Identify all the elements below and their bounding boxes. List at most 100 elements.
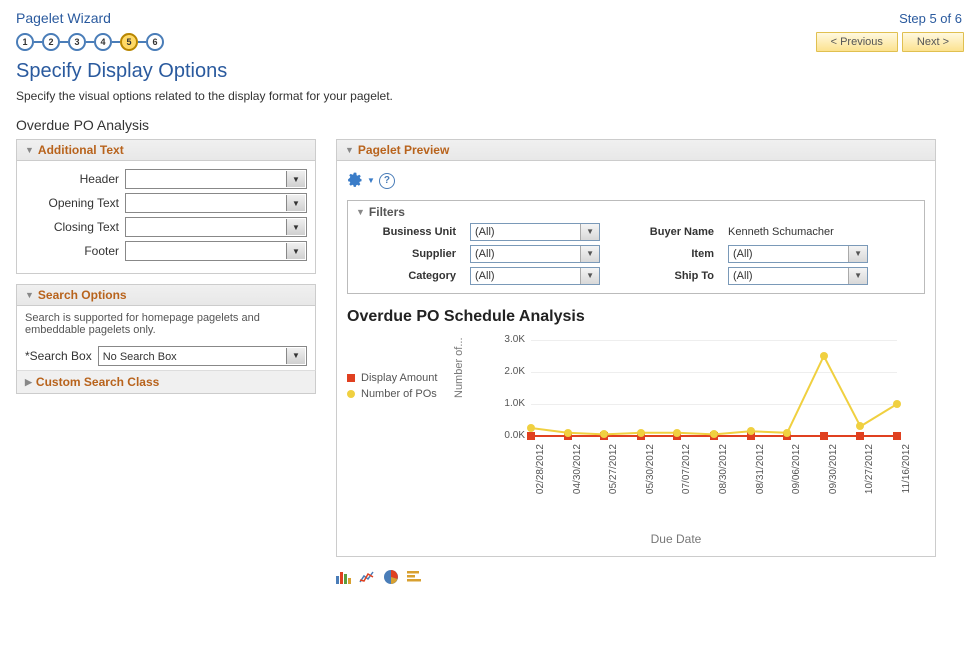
line-chart-icon[interactable]: [358, 569, 376, 585]
legend-marker-circle: [347, 390, 355, 398]
data-point: [893, 400, 901, 408]
search-box-select[interactable]: No Search Box: [98, 346, 307, 366]
x-tick: 05/30/2012: [645, 444, 656, 494]
data-point: [820, 432, 828, 440]
pie-chart-icon[interactable]: [382, 569, 400, 585]
custom-search-header[interactable]: ▶ Custom Search Class: [16, 370, 316, 394]
chart-title: Overdue PO Schedule Analysis: [347, 308, 925, 326]
data-point: [637, 429, 645, 437]
x-tick: 11/16/2012: [901, 444, 912, 493]
step-4[interactable]: 4: [94, 33, 112, 51]
data-point: [600, 430, 608, 438]
category-label: Category: [356, 270, 456, 282]
legend-label-1: Number of POs: [361, 388, 437, 400]
category-select[interactable]: (All): [470, 267, 600, 285]
chart-legend: Display Amount Number of POs: [347, 332, 467, 472]
next-button[interactable]: Next >: [902, 32, 964, 52]
data-point: [820, 352, 828, 360]
header-label: Header: [25, 172, 125, 186]
data-point: [673, 429, 681, 437]
x-tick: 08/30/2012: [718, 444, 729, 494]
x-tick: 04/30/2012: [572, 444, 583, 494]
data-point: [527, 424, 535, 432]
filters-panel: ▼ Filters Business Unit (All) Buyer Name…: [347, 200, 925, 294]
x-tick: 02/28/2012: [535, 444, 546, 494]
collapse-icon: ▼: [356, 207, 365, 217]
page-title: Specify Display Options: [16, 60, 964, 83]
preview-header[interactable]: ▼ Pagelet Preview: [336, 139, 936, 161]
legend-marker-square: [347, 374, 355, 382]
collapse-icon: ▼: [25, 145, 34, 155]
expand-icon: ▶: [25, 377, 32, 388]
search-description: Search is supported for homepage pagelet…: [16, 306, 316, 342]
search-options-title: Search Options: [38, 288, 127, 302]
search-options-header[interactable]: ▼ Search Options: [16, 284, 316, 306]
data-point: [856, 422, 864, 430]
step-6[interactable]: 6: [146, 33, 164, 51]
y-axis-label: Number of...: [453, 337, 465, 398]
buyer-name-value: Kenneth Schumacher: [728, 226, 868, 238]
step-circles: 1 2 3 4 5 6: [16, 33, 164, 51]
business-unit-select[interactable]: (All): [470, 223, 600, 241]
footer-select[interactable]: [125, 241, 307, 261]
chart-plot: Number of... 0.0K1.0K2.0K3.0K02/28/20120…: [467, 332, 907, 472]
supplier-select[interactable]: (All): [470, 245, 600, 263]
section-name: Overdue PO Analysis: [16, 117, 964, 133]
business-unit-label: Business Unit: [356, 226, 456, 238]
y-tick: 0.0K: [489, 430, 525, 441]
ship-to-label: Ship To: [614, 270, 714, 282]
step-1[interactable]: 1: [16, 33, 34, 51]
y-tick: 3.0K: [489, 334, 525, 345]
item-label: Item: [614, 248, 714, 260]
data-point: [856, 432, 864, 440]
data-point: [527, 432, 535, 440]
search-box-value: No Search Box: [103, 351, 177, 363]
step-indicator: Step 5 of 6: [899, 11, 962, 26]
preview-title: Pagelet Preview: [358, 143, 449, 157]
item-select[interactable]: (All): [728, 245, 868, 263]
data-point: [564, 429, 572, 437]
x-tick: 08/31/2012: [755, 444, 766, 494]
filters-title-text: Filters: [369, 205, 405, 219]
wizard-title[interactable]: Pagelet Wizard: [16, 10, 111, 26]
ship-to-select[interactable]: (All): [728, 267, 868, 285]
step-2[interactable]: 2: [42, 33, 60, 51]
previous-button[interactable]: < Previous: [816, 32, 898, 52]
x-tick: 09/06/2012: [791, 444, 802, 494]
gear-dropdown-arrow[interactable]: ▼: [367, 176, 375, 185]
data-point: [747, 427, 755, 435]
data-point: [893, 432, 901, 440]
x-tick: 07/07/2012: [681, 444, 692, 494]
x-tick: 09/30/2012: [828, 444, 839, 494]
legend-label-0: Display Amount: [361, 372, 437, 384]
bar-chart-icon[interactable]: [334, 569, 352, 585]
gear-icon[interactable]: [347, 171, 363, 190]
filters-header[interactable]: ▼ Filters: [356, 205, 916, 219]
step-5[interactable]: 5: [120, 33, 138, 51]
y-tick: 2.0K: [489, 366, 525, 377]
opening-label: Opening Text: [25, 196, 125, 210]
closing-select[interactable]: [125, 217, 307, 237]
custom-search-label: Custom Search Class: [36, 375, 159, 389]
horizontal-bar-chart-icon[interactable]: [406, 569, 424, 585]
supplier-label: Supplier: [356, 248, 456, 260]
footer-label: Footer: [25, 244, 125, 258]
closing-label: Closing Text: [25, 220, 125, 234]
search-box-label: *Search Box: [25, 349, 98, 363]
chart-area: Overdue PO Schedule Analysis Display Amo…: [347, 308, 925, 546]
collapse-icon: ▼: [25, 290, 34, 300]
y-tick: 1.0K: [489, 398, 525, 409]
data-point: [710, 430, 718, 438]
x-tick: 10/27/2012: [864, 444, 875, 494]
additional-text-header[interactable]: ▼ Additional Text: [16, 139, 316, 161]
additional-text-title: Additional Text: [38, 143, 124, 157]
header-select[interactable]: [125, 169, 307, 189]
data-point: [783, 429, 791, 437]
help-icon[interactable]: ?: [379, 173, 395, 189]
collapse-icon: ▼: [345, 145, 354, 155]
x-tick: 05/27/2012: [608, 444, 619, 494]
opening-select[interactable]: [125, 193, 307, 213]
page-description: Specify the visual options related to th…: [16, 89, 964, 103]
buyer-name-label: Buyer Name: [614, 226, 714, 238]
step-3[interactable]: 3: [68, 33, 86, 51]
